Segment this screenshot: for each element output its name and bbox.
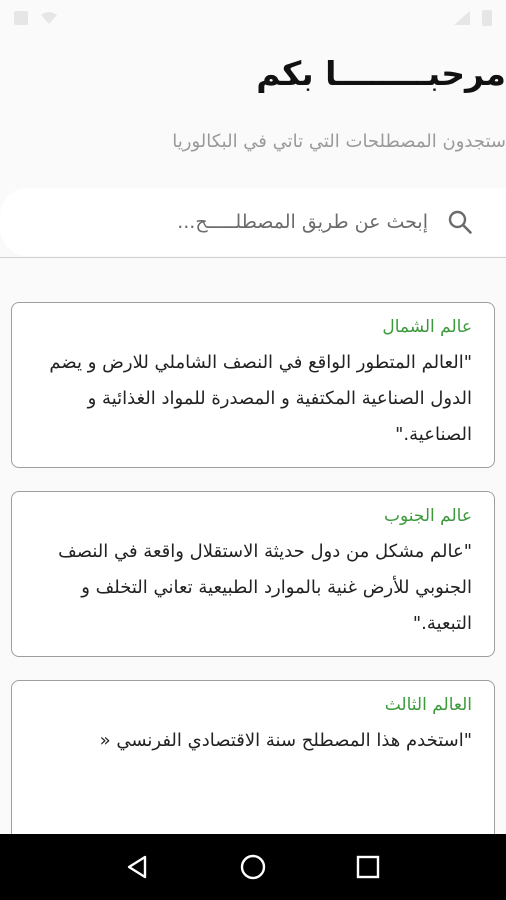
search-bar[interactable] [0, 188, 506, 256]
term-title: عالم الشمال [382, 317, 472, 337]
navigation-bar [0, 834, 506, 900]
home-button[interactable] [233, 847, 273, 887]
term-card[interactable]: عالم الشمال "العالم المتطور الواقع في ال… [11, 302, 495, 468]
search-icon[interactable] [446, 208, 474, 236]
term-card[interactable]: العالم الثالث "استخدم هذا المصطلح سنة ال… [11, 680, 495, 850]
status-left [14, 11, 58, 25]
term-card[interactable]: عالم الجنوب "عالم مشكل من دول حديثة الاس… [11, 491, 495, 657]
search-input[interactable] [146, 210, 430, 234]
recents-square-icon [357, 855, 380, 879]
term-definition: "العالم المتطور الواقع في النصف الشاملي … [49, 352, 472, 445]
app-screen: مرحبــــــــا بكم ستجدون المصطلحات التي … [0, 0, 506, 900]
recents-button[interactable] [348, 847, 388, 887]
divider [0, 257, 506, 258]
status-right [454, 10, 492, 26]
term-definition: "عالم مشكل من دول حديثة الاستقلال واقعة … [58, 541, 472, 634]
term-definition: "استخدم هذا المصطلح سنة الاقتصادي الفرنس… [99, 730, 472, 751]
term-title: العالم الثالث [384, 695, 472, 715]
notification-icon [14, 11, 28, 25]
greeting-title: مرحبــــــــا بكم [256, 54, 506, 93]
back-button[interactable] [118, 847, 158, 887]
battery-icon [482, 10, 492, 26]
status-bar [0, 0, 506, 36]
home-circle-icon [240, 854, 266, 880]
page-subtitle: ستجدون المصطلحات التي تاتي في البكالوريا [172, 131, 506, 152]
term-title: عالم الجنوب [383, 506, 472, 526]
signal-icon [454, 11, 470, 25]
wifi-icon [41, 12, 57, 24]
back-triangle-icon [127, 855, 146, 879]
